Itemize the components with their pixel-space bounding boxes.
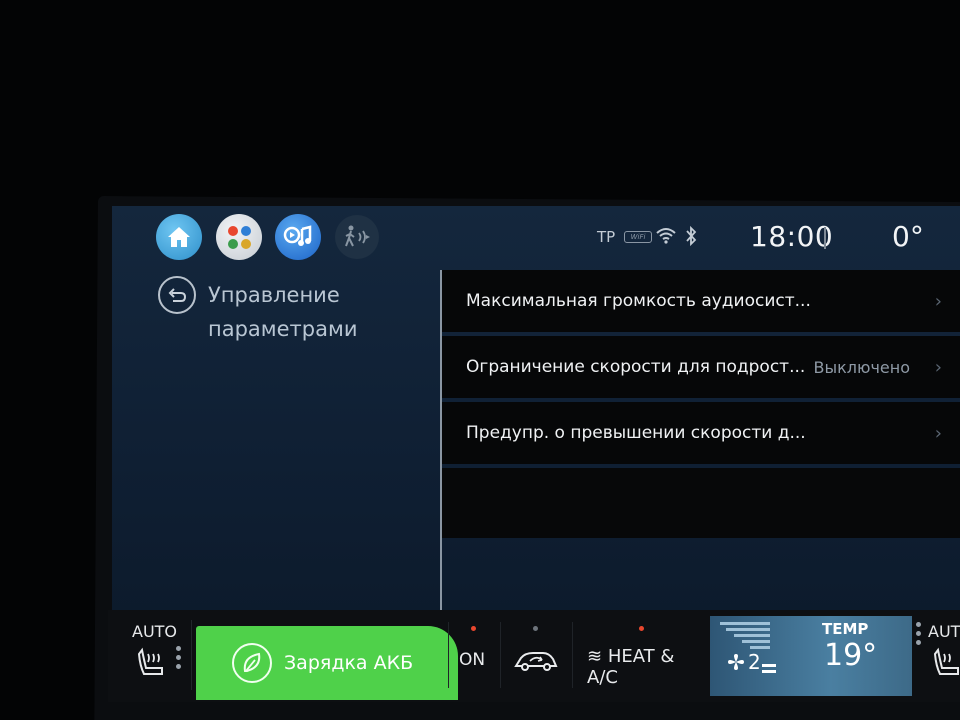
wifi-icon: [656, 228, 676, 244]
wifi-badge: WiFi: [624, 231, 652, 243]
fan-level-bars: [720, 622, 770, 649]
outside-temperature: 0°: [892, 220, 924, 253]
fan-temperature-panel[interactable]: 2 TEMP 19°: [710, 616, 912, 696]
setting-row-teen-speed-limit[interactable]: Ограничение скорости для подрост... Выкл…: [442, 336, 960, 398]
auto-label: AUTO: [132, 622, 178, 641]
home-icon: [168, 227, 190, 247]
settings-list: Максимальная громкость аудиосист... › Ог…: [442, 270, 960, 542]
setting-row-max-volume[interactable]: Максимальная громкость аудиосист... ›: [442, 270, 960, 332]
recirculation-button[interactable]: [500, 622, 570, 688]
setting-label: Ограничение скорости для подрост...: [466, 357, 806, 377]
setting-label: Максимальная громкость аудиосист...: [466, 291, 811, 311]
home-button[interactable]: [156, 214, 202, 260]
climate-control-bar: AUTO Зарядка АКБ ON ≋ HEAT & A/C 2 TEMP …: [108, 610, 960, 702]
pedestrian-alert-icon: [345, 225, 370, 247]
setting-value: Выключено: [813, 357, 910, 377]
fan-speed-value: 2: [748, 650, 761, 674]
battery-charge-label: Зарядка АКБ: [284, 652, 414, 674]
seat-heat-icon: [934, 647, 959, 675]
on-label: ON: [459, 650, 486, 670]
climate-on-button[interactable]: ON: [448, 622, 498, 688]
fan-speed-underline: [762, 664, 776, 667]
right-seat-heat-button[interactable]: AUTO: [916, 620, 960, 690]
heat-ac-button[interactable]: ≋ HEAT & A/C: [572, 622, 708, 688]
heat-ac-label: ≋ HEAT & A/C: [587, 646, 675, 688]
left-seat-heat-button[interactable]: AUTO: [114, 620, 192, 690]
auto-label: AUTO: [928, 622, 960, 641]
apps-button[interactable]: [216, 214, 262, 260]
media-icon: [283, 225, 312, 246]
media-button[interactable]: [275, 214, 321, 260]
battery-charge-button[interactable]: Зарядка АКБ: [196, 626, 458, 700]
status-led: [471, 626, 476, 631]
status-led: [639, 626, 644, 631]
back-icon: [168, 288, 187, 302]
pedestrian-alert-button[interactable]: [335, 215, 379, 259]
temp-label: TEMP: [822, 620, 869, 638]
leaf-icon: [232, 643, 272, 683]
clock-separator: [824, 227, 826, 249]
bluetooth-icon: [686, 225, 697, 247]
apps-icon: [227, 225, 251, 249]
status-led: [533, 626, 538, 631]
setting-label: Предупр. о превышении скорости д...: [466, 423, 806, 443]
fan-icon: [728, 654, 744, 670]
empty-list-row: [442, 468, 960, 538]
fan-speed-underline: [762, 670, 776, 673]
back-button[interactable]: [158, 276, 196, 314]
infotainment-screen: TP WiFi 18:00 0° Управление параметрами …: [112, 206, 960, 636]
page-title: Управление параметрами: [208, 283, 358, 341]
chevron-right-icon: ›: [934, 356, 942, 378]
options-dots-icon: [916, 622, 921, 645]
heat-ac-text: HEAT & A/C: [587, 646, 675, 688]
setting-row-speed-warning[interactable]: Предупр. о превышении скорости д... ›: [442, 402, 960, 464]
recirculation-icon: [514, 652, 558, 671]
cabin-temperature: 19°: [824, 638, 878, 673]
options-dots-icon: [176, 646, 181, 673]
seat-heat-icon: [137, 647, 163, 675]
clock: 18:00: [750, 220, 834, 253]
chevron-right-icon: ›: [934, 290, 942, 312]
traffic-program-indicator: TP: [597, 228, 616, 246]
chevron-right-icon: ›: [934, 422, 942, 444]
